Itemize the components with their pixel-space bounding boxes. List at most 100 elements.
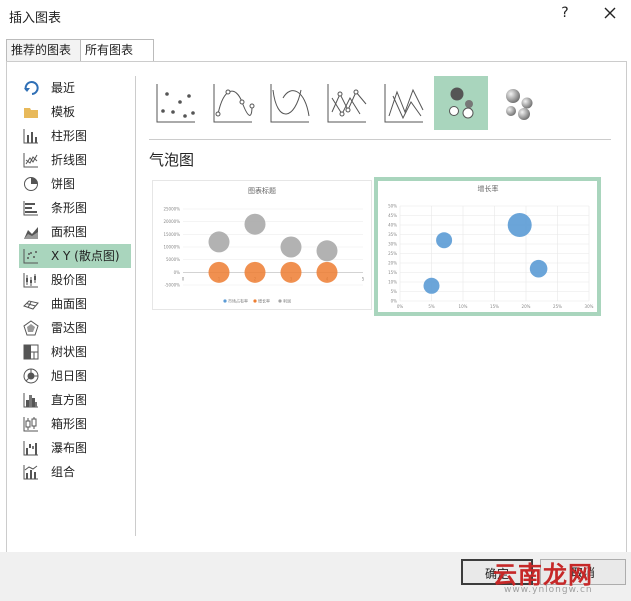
bubble xyxy=(423,277,440,294)
treemap-chart-icon xyxy=(23,344,39,360)
sidebar-item-radar-chart[interactable]: 雷达图 xyxy=(19,316,131,340)
surface-chart-icon xyxy=(23,300,39,310)
y-tick-label: 15% xyxy=(388,270,397,275)
subtype-scatter-smooth-markers[interactable] xyxy=(206,76,260,130)
sidebar-item-surface-chart[interactable]: 曲面图 xyxy=(19,292,131,316)
column-chart-icon xyxy=(23,129,38,144)
gallery-divider xyxy=(149,139,611,140)
y-tick-label: 25000% xyxy=(163,207,180,212)
bubble xyxy=(244,213,266,235)
x-tick-label: 25% xyxy=(553,304,562,309)
sidebar-item-sunburst-chart[interactable]: 旭日图 xyxy=(19,364,131,388)
y-tick-label: 5000% xyxy=(166,257,180,262)
area-chart-icon xyxy=(24,227,38,239)
bar-chart-icon xyxy=(23,201,38,216)
recent-arrow-icon xyxy=(24,81,39,95)
bubble xyxy=(316,240,338,262)
bubble xyxy=(208,231,230,253)
y-tick-label: 15000% xyxy=(163,232,180,237)
subtype-scatter-smooth-lines[interactable] xyxy=(263,76,317,130)
subtype-scatter-straight-lines[interactable] xyxy=(377,76,431,130)
x-tick-label: 10% xyxy=(459,304,468,309)
scatter-smooth-lines-icon xyxy=(270,84,310,123)
subtype-bubble-3d[interactable] xyxy=(491,76,545,130)
subtype-bubble[interactable] xyxy=(434,76,488,130)
chart-type-list: 最近 模板柱形图折线图饼图条形图面积图 X Y (散点图) 股价图曲面图 雷达图树状图旭… xyxy=(19,76,131,484)
pie-chart-icon xyxy=(24,177,38,191)
sidebar-item-label: 面积图 xyxy=(51,225,88,239)
close-icon xyxy=(604,7,616,19)
scatter-straight-lines-icon xyxy=(384,84,424,123)
sidebar-item-combo-chart[interactable]: 组合 xyxy=(19,460,131,484)
sidebar-item-label: 股价图 xyxy=(51,273,88,287)
legend-marker xyxy=(223,299,227,303)
tab-recommended[interactable]: 推荐的图表 xyxy=(6,39,82,61)
y-tick-label: 40% xyxy=(388,223,397,228)
bubble xyxy=(244,261,266,283)
bubble xyxy=(280,236,302,258)
sidebar-divider xyxy=(135,76,136,536)
legend-label: 市场占有率 xyxy=(228,298,248,304)
close-button[interactable] xyxy=(600,3,620,23)
y-tick-label: 50% xyxy=(388,204,397,209)
sidebar-item-label: 旭日图 xyxy=(51,369,88,383)
scatter-straight-markers-icon xyxy=(327,84,367,123)
sidebar-item-label: 组合 xyxy=(51,465,76,479)
subtype-scatter[interactable] xyxy=(149,76,203,130)
histogram-chart-icon xyxy=(23,393,38,408)
box-chart-icon xyxy=(23,417,38,432)
y-tick-label: 25% xyxy=(388,251,397,256)
scatter-icon xyxy=(156,84,195,123)
button-bar: 确定 取消 云南龙网 www.ynlongw.cn xyxy=(0,552,631,601)
watermark-url: www.ynlongw.cn xyxy=(504,585,593,595)
y-tick-label: -5000% xyxy=(165,283,181,288)
sidebar-item-box-chart[interactable]: 箱形图 xyxy=(19,412,131,436)
bubble xyxy=(316,261,338,283)
scatter-chart-icon xyxy=(23,249,38,264)
sidebar-item-waterfall-chart[interactable]: 瀑布图 xyxy=(19,436,131,460)
title-bar: 插入图表 ? xyxy=(0,0,631,30)
waterfall-chart-icon xyxy=(23,441,38,456)
x-tick-label: 20% xyxy=(522,304,531,309)
sidebar-item-label: 柱形图 xyxy=(51,129,88,143)
sidebar-item-recent-arrow[interactable]: 最近 xyxy=(19,76,131,100)
sidebar-item-label: 折线图 xyxy=(51,153,88,167)
sidebar-item-folder[interactable]: 模板 xyxy=(19,100,131,124)
bubble xyxy=(529,259,548,278)
y-tick-label: 45% xyxy=(388,213,397,218)
legend-marker xyxy=(253,299,257,303)
dialog-title: 插入图表 xyxy=(9,11,62,26)
y-tick-label: 5% xyxy=(391,289,398,294)
sidebar-item-histogram-chart[interactable]: 直方图 xyxy=(19,388,131,412)
sidebar-item-line-chart[interactable]: 折线图 xyxy=(19,148,131,172)
bubble-3d-icon xyxy=(506,89,533,120)
subtype-scatter-straight-markers[interactable] xyxy=(320,76,374,130)
section-title: 气泡图 xyxy=(149,151,195,169)
y-tick-label: 20000% xyxy=(163,219,180,224)
sidebar-item-bar-chart[interactable]: 条形图 xyxy=(19,196,131,220)
tab-all-charts[interactable]: 所有图表 xyxy=(80,39,154,62)
sidebar-item-stock-chart[interactable]: 股价图 xyxy=(19,268,131,292)
bubble xyxy=(436,232,453,249)
sidebar-item-label: 瀑布图 xyxy=(51,441,88,455)
sidebar-item-label: 条形图 xyxy=(51,201,88,215)
bubble xyxy=(280,261,302,283)
folder-icon xyxy=(24,108,38,118)
y-tick-label: 0% xyxy=(174,270,181,275)
preview-bubble-default[interactable]: 图表标题 25000% 20000% 15000% 10000% 5000% 0% -5000… xyxy=(152,180,372,310)
y-tick-label: 30% xyxy=(388,242,397,247)
sidebar-item-column-chart[interactable]: 柱形图 xyxy=(19,124,131,148)
sidebar-item-label: 树状图 xyxy=(51,345,88,359)
y-tick-label: 10% xyxy=(388,280,397,285)
x-tick-label: 5% xyxy=(428,304,435,309)
x-tick-label: 0 xyxy=(182,276,185,281)
stock-chart-icon xyxy=(23,273,38,288)
line-chart-icon xyxy=(23,153,38,168)
help-button[interactable]: ? xyxy=(557,5,573,21)
sidebar-item-scatter-chart[interactable]: X Y (散点图) xyxy=(19,244,131,268)
sunburst-chart-icon xyxy=(23,368,39,384)
sidebar-item-treemap-chart[interactable]: 树状图 xyxy=(19,340,131,364)
preview-bubble-growth[interactable]: 增长率 50% 45% 40% 35% 30% 25% 20% 15% 10% 5% 0% 0% 5% 10… xyxy=(374,177,601,316)
sidebar-item-area-chart[interactable]: 面积图 xyxy=(19,220,131,244)
sidebar-item-pie-chart[interactable]: 饼图 xyxy=(19,172,131,196)
